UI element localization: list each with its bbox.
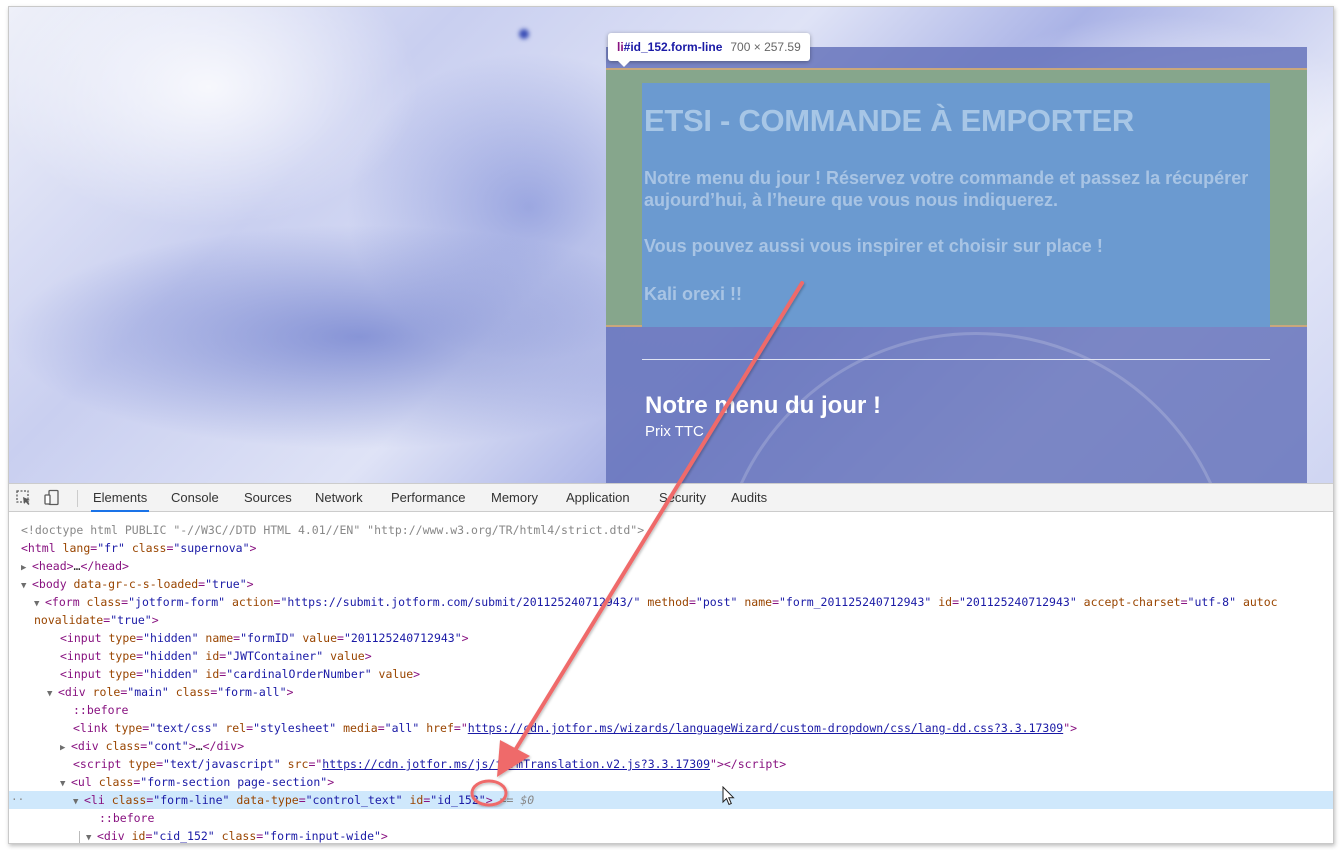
dom-tree: <!doctype html PUBLIC "-//W3C//DTD HTML …	[9, 513, 1333, 843]
attr-value: "id_	[430, 793, 458, 807]
attr-value: "JWTContainer"	[226, 649, 324, 663]
highlighted-id-number: 152	[457, 793, 479, 807]
tree-node-doctype[interactable]: <!doctype html PUBLIC "-//W3C//DTD HTML …	[9, 521, 1333, 539]
tree-node-div-cont[interactable]: ▶ <div class="cont">…</div>	[9, 737, 1333, 755]
tree-node-before[interactable]: ::before	[9, 701, 1333, 719]
attr-value: "form-section page-section"	[140, 775, 328, 789]
devtools-panel: Elements Console Sources Network Perform…	[9, 483, 1333, 843]
attr-value: "hidden"	[143, 631, 199, 645]
attr-value: "main"	[127, 685, 169, 699]
mouse-cursor-icon	[722, 786, 735, 806]
indent-guide	[79, 831, 80, 843]
tab-performance[interactable]: Performance	[389, 484, 467, 512]
attr-value: "fr"	[97, 541, 125, 555]
tree-node-form[interactable]: ▼ <form class="jotform-form" action="http…	[9, 593, 1333, 611]
form-text-block: ETSI - COMMANDE À EMPORTER Notre menu du…	[642, 83, 1270, 327]
attr-value: "form-input-wide"	[263, 829, 381, 843]
device-toolbar-icon[interactable]	[43, 489, 61, 507]
tree-node-link[interactable]: <link type="text/css" rel="stylesheet" m…	[9, 719, 1333, 737]
attr-value: "true"	[110, 613, 152, 627]
tree-node-ul[interactable]: ▼ <ul class="form-section page-section">	[9, 773, 1333, 791]
background-blot	[519, 29, 529, 39]
tab-sources[interactable]: Sources	[242, 484, 294, 512]
attr-value: "utf-8"	[1187, 595, 1237, 609]
tab-network[interactable]: Network	[313, 484, 365, 512]
tree-node-li-before[interactable]: ::before	[9, 809, 1333, 827]
attr-value: "https://submit.jotform.com/submit/20112…	[280, 595, 641, 609]
divider	[642, 359, 1270, 360]
tooltip-tag: li	[617, 40, 624, 54]
attr-value: "supernova"	[173, 541, 250, 555]
toolbar-separator	[77, 490, 78, 507]
tree-node-head[interactable]: ▶ <head>…</head>	[9, 557, 1333, 575]
attr-value: "formID"	[240, 631, 296, 645]
tab-elements[interactable]: Elements	[91, 484, 150, 512]
tab-application[interactable]: Application	[564, 484, 632, 512]
attr-value: "stylesheet"	[253, 721, 337, 735]
attr-value: "cont"	[147, 739, 189, 753]
tab-security[interactable]: Security	[657, 484, 708, 512]
attr-value: "hidden"	[143, 649, 199, 663]
attr-value: "form_201125240712943"	[779, 595, 932, 609]
tree-node-div-main[interactable]: ▼ <div role="main" class="form-all">	[9, 683, 1333, 701]
tree-node-form-cont[interactable]: novalidate="true">	[9, 611, 1333, 629]
attr-value: "form-line"	[153, 793, 230, 807]
more-dots-icon[interactable]: ··	[11, 791, 24, 809]
attr-value: "	[478, 793, 486, 807]
attr-value: "all"	[384, 721, 420, 735]
form-description: Notre menu du jour ! Réservez votre comm…	[644, 168, 1249, 210]
pseudo-element: ::before	[99, 811, 155, 825]
tree-node-input-formid[interactable]: <input type="hidden" name="formID" value…	[9, 629, 1333, 647]
tooltip-dimensions: 700 × 257.59	[730, 40, 801, 54]
tooltip-arrow	[618, 61, 630, 67]
inspect-tooltip: li#id_152.form-line 700 × 257.59	[608, 33, 810, 67]
attr-value: "cardinalOrderNumber"	[226, 667, 372, 681]
stylesheet-link[interactable]: https://cdn.jotfor.ms/wizards/languageWi…	[468, 721, 1063, 735]
tree-node-html[interactable]: <html lang="fr" class="supernova">	[9, 539, 1333, 557]
script-link[interactable]: https://cdn.jotfor.ms/js/formTranslation…	[322, 757, 710, 771]
attr-value: "201125240712943"	[343, 631, 462, 645]
attr-value: "text/css"	[149, 721, 219, 735]
tab-console[interactable]: Console	[169, 484, 221, 512]
attr-name: autoc	[1242, 595, 1278, 609]
attr-value: "201125240712943"	[959, 595, 1077, 609]
tooltip-selector: #id_152.form-line	[623, 40, 723, 54]
attr-value: "true"	[205, 577, 247, 591]
tree-node-input-jwt[interactable]: <input type="hidden" id="JWTContainer" v…	[9, 647, 1333, 665]
form-panel: ETSI - COMMANDE À EMPORTER Notre menu du…	[606, 47, 1307, 483]
tree-node-div-cid[interactable]: ▼ <div id="cid_152" class="form-input-wid…	[9, 827, 1333, 843]
page-viewport: ETSI - COMMANDE À EMPORTER Notre menu du…	[9, 7, 1333, 483]
tree-node-body[interactable]: ▼ <body data-gr-c-s-loaded="true">	[9, 575, 1333, 593]
tree-node-script[interactable]: <script type="text/javascript" src="http…	[9, 755, 1333, 773]
tree-node-input-cardinal[interactable]: <input type="hidden" id="cardinalOrderNu…	[9, 665, 1333, 683]
collapse-triangle-icon[interactable]: ▼	[86, 829, 97, 843]
doctype-text: <!doctype html PUBLIC "-//W3C//DTD HTML …	[21, 523, 645, 537]
attr-value: "post"	[695, 595, 738, 609]
attr-value: "cid_152"	[152, 829, 215, 843]
form-heading: ETSI - COMMANDE À EMPORTER	[644, 103, 1134, 138]
tree-node-li-selected[interactable]: ·· ▼ <li class="form-line" data-type="con…	[9, 791, 1333, 809]
devtools-tabbar: Elements Console Sources Network Perform…	[9, 483, 1333, 512]
form-description-2: Vous pouvez aussi vous inspirer et chois…	[644, 236, 1103, 256]
inspect-element-icon[interactable]	[15, 489, 33, 507]
pseudo-element: ::before	[73, 703, 129, 717]
attr-value: "control_text"	[305, 793, 403, 807]
attr-value: "form-all"	[217, 685, 287, 699]
menu-title: Notre menu du jour !	[645, 392, 881, 419]
form-description-3: Kali orexi !!	[644, 284, 743, 304]
console-ref: == $0	[499, 793, 535, 807]
screenshot-frame: ETSI - COMMANDE À EMPORTER Notre menu du…	[8, 6, 1334, 844]
tab-memory[interactable]: Memory	[489, 484, 540, 512]
attr-value: "text/javascript"	[163, 757, 281, 771]
tab-audits[interactable]: Audits	[729, 484, 769, 512]
attr-value: "jotform-form"	[128, 595, 226, 609]
attr-value: "hidden"	[143, 667, 199, 681]
menu-subtitle: Prix TTC	[645, 423, 704, 440]
